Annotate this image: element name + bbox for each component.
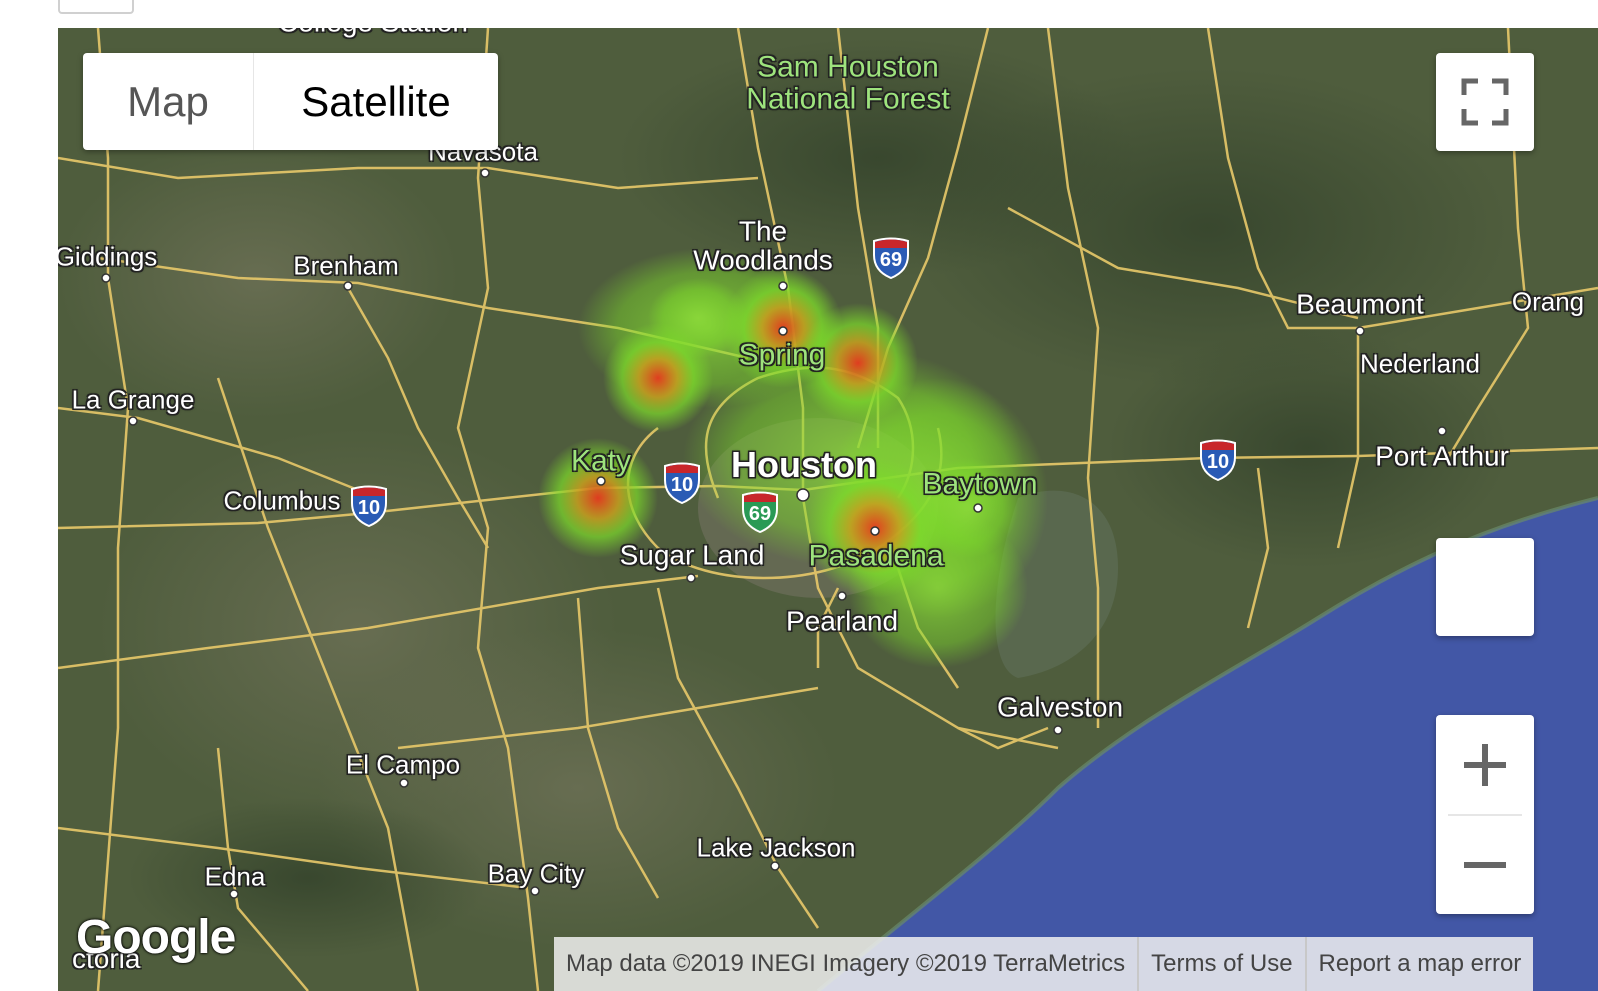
attribution-bar: Map data ©2019 INEGI Imagery ©2019 Terra…	[554, 937, 1534, 991]
place-columbus: Columbus	[223, 485, 341, 516]
place-sugar-land: Sugar Land	[619, 539, 765, 571]
place-el-campo: El Campo	[345, 749, 461, 780]
zoom-control	[1436, 715, 1534, 914]
interstate-10-number: 10	[357, 497, 381, 519]
interstate-10-shield: 10	[350, 485, 388, 527]
place-katy: Katy	[570, 444, 632, 478]
report-map-error-link[interactable]: Report a map error	[1304, 937, 1534, 991]
pegman-control[interactable]	[1436, 538, 1534, 636]
place-pearland: Pearland	[785, 605, 899, 637]
place-spring: Spring	[738, 338, 826, 372]
place-port-arthur: Port Arthur	[1375, 440, 1509, 472]
place-pasadena: Pasadena	[808, 539, 944, 573]
minus-icon	[1464, 861, 1506, 868]
interstate-10-number: 10	[1206, 451, 1230, 473]
place-la-grange: La Grange	[71, 384, 195, 415]
place-edna: Edna	[204, 861, 266, 892]
place-baytown: Baytown	[922, 467, 1038, 501]
interstate-69-number: 69	[879, 249, 903, 271]
place-brenham: Brenham	[293, 250, 399, 281]
interstate-69-shield: 69	[872, 237, 910, 279]
place-orange: Orang	[1511, 286, 1585, 317]
place-giddings: Giddings	[58, 241, 158, 272]
interstate-69-shield: 69	[741, 491, 779, 533]
map-canvas[interactable]: College Station Sam Houston National For…	[58, 28, 1598, 991]
fullscreen-icon	[1461, 78, 1509, 126]
plus-icon	[1464, 743, 1506, 786]
place-galveston: Galveston	[996, 691, 1124, 723]
place-nederland: Nederland	[1360, 348, 1480, 379]
place-lake-jackson: Lake Jackson	[696, 832, 856, 863]
map-type-satellite-button[interactable]: Satellite	[253, 53, 498, 150]
map-data-attribution: Map data ©2019 INEGI Imagery ©2019 Terra…	[566, 950, 1126, 977]
interstate-10-shield: 10	[663, 462, 701, 504]
fullscreen-button[interactable]	[1436, 53, 1534, 151]
terms-of-use-link[interactable]: Terms of Use	[1137, 937, 1304, 991]
map-type-map-button[interactable]: Map	[83, 53, 253, 150]
zoom-in-button[interactable]	[1436, 715, 1534, 814]
top-tab[interactable]	[58, 0, 134, 14]
place-houston: Houston	[731, 444, 877, 486]
zoom-out-button[interactable]	[1436, 815, 1534, 914]
place-bay-city: Bay City	[487, 858, 585, 889]
place-beaumont: Beaumont	[1296, 288, 1424, 320]
interstate-69-number: 69	[748, 503, 772, 525]
google-logo[interactable]: Google	[76, 910, 236, 965]
place-the-woodlands: The Woodlands	[693, 215, 833, 276]
interstate-10-shield: 10	[1199, 439, 1237, 481]
interstate-10-number: 10	[670, 474, 694, 496]
map-type-control: Map Satellite	[83, 53, 498, 150]
place-sam-houston-national-forest: Sam Houston National Forest	[746, 50, 950, 115]
place-college-station: College Station	[278, 28, 468, 37]
